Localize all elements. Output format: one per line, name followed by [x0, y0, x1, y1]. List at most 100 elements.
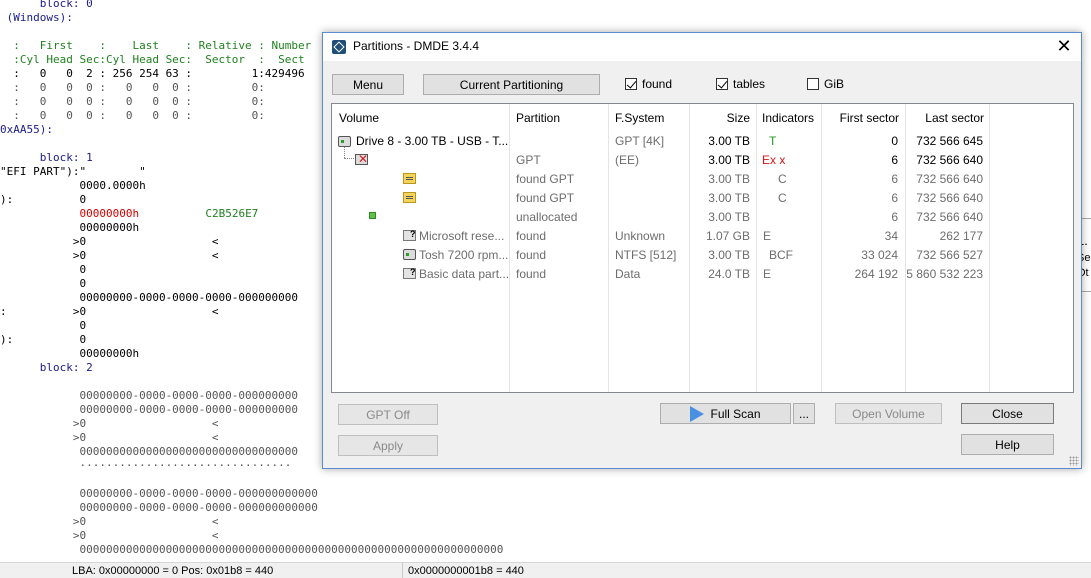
hex-dump-line: 0 [0, 319, 87, 332]
fsystem-cell: GPT [4K] [615, 134, 665, 148]
hex-dump-line: >0 < [0, 235, 219, 248]
first-sector-cell: 34 [884, 229, 898, 243]
window-title: Partitions - DMDE 3.4.4 [353, 39, 480, 53]
hex-dump-line: 00000000h [0, 221, 140, 234]
hex-dump-line: "EFI PART"):" " [0, 165, 146, 178]
hex-dump-line: 00000000h C2B526E7 [79, 207, 259, 220]
resize-grip-icon[interactable] [1069, 456, 1079, 466]
hex-dump-line: block: 2 [0, 361, 93, 374]
last-sector-cell: 732 566 640 [916, 153, 983, 167]
hex-dump-line: block: 0 [0, 0, 93, 10]
hex-dump-line: 00000000-0000-0000-0000-000000000 [0, 291, 299, 304]
full-scan-button[interactable]: Full Scan [660, 403, 791, 424]
hex-dump-line: block: 1 [0, 151, 93, 164]
status-lba: LBA: 0x00000000 = 0 Pos: 0x01b8 = 440 [72, 565, 274, 577]
menu-button[interactable]: Menu [332, 74, 404, 95]
hex-dump-line: 0xAA55): [0, 123, 53, 136]
indicators-cell: T [769, 134, 777, 148]
hex-dump-line: 0 [0, 277, 87, 290]
indicators-cell: C [778, 191, 787, 205]
last-sector-cell: 732 566 527 [916, 248, 983, 262]
gib-check-icon[interactable] [807, 78, 819, 90]
column-header-first-sector[interactable]: First sector [821, 111, 899, 125]
hex-dump-line: ): 0 [0, 333, 87, 346]
title-bar[interactable]: Partitions - DMDE 3.4.4 ✕ [323, 33, 1081, 61]
hex-dump-line: 00000000-0000-0000-0000-000000000 [0, 403, 299, 416]
window-close-icon[interactable]: ✕ [1051, 35, 1077, 59]
tables-label: tables [733, 77, 766, 91]
size-cell: 3.00 TB [708, 210, 750, 224]
column-header-size[interactable]: Size [689, 111, 750, 125]
first-sector-cell: 33 024 [861, 248, 898, 262]
current-partitioning-button[interactable]: Current Partitioning [423, 74, 600, 95]
size-cell: 3.00 TB [708, 248, 750, 262]
size-cell: 3.00 TB [708, 172, 750, 186]
first-sector-cell: 264 192 [854, 267, 898, 281]
partition-cell: found GPT [516, 172, 575, 186]
last-sector-cell: 262 177 [939, 229, 983, 243]
column-header-last-sector[interactable]: Last sector [905, 111, 984, 125]
column-header-indicators[interactable]: Indicators [762, 111, 814, 125]
hex-dump-line: >0 < [0, 249, 219, 262]
status-divider [402, 563, 403, 578]
partitions-table[interactable]: Volume Partition F.System Size Indicator… [331, 103, 1074, 393]
gpt-off-button[interactable]: GPT Off [338, 404, 438, 425]
hex-dump-line: >0 < [0, 529, 219, 542]
column-header-fsystem[interactable]: F.System [615, 111, 664, 125]
tree-connector [344, 146, 345, 158]
volume-cell: Tosh 7200 rpm... [419, 248, 509, 262]
last-sector-cell: 732 566 640 [916, 172, 983, 186]
partition-cell: found GPT [516, 191, 575, 205]
first-sector-cell: 6 [891, 172, 898, 186]
unknown-volume-icon [403, 229, 416, 241]
size-cell: 3.00 TB [708, 153, 750, 167]
column-divider [509, 104, 510, 392]
first-sector-cell: 6 [891, 191, 898, 205]
hex-dump-line: 0000.0000h [0, 179, 146, 192]
hex-dump-line: 0000000000000000000000000000000000000000… [0, 543, 504, 556]
hex-dump-line: >0 < [0, 515, 219, 528]
hex-dump-line: :Cyl Head Sec:Cyl Head Sec: Sector : Sec… [0, 53, 305, 66]
column-header-partition[interactable]: Partition [516, 111, 560, 125]
play-icon [690, 406, 705, 422]
hex-dump-line: 0 [0, 263, 87, 276]
unallocated-icon [369, 212, 376, 219]
hex-dump-line: (Windows): [0, 11, 73, 24]
hex-dump-line: >0 < [0, 417, 219, 430]
apply-button[interactable]: Apply [338, 435, 438, 456]
close-button[interactable]: Close [961, 403, 1054, 424]
size-cell: 1.07 GB [705, 229, 750, 243]
volume-cell: Basic data part... [419, 267, 510, 281]
ntfs-volume-icon [403, 249, 416, 260]
size-cell: 24.0 TB [708, 267, 750, 281]
indicators-cell: E [763, 229, 772, 243]
gib-label: GiB [824, 77, 845, 91]
column-header-volume[interactable]: Volume [339, 111, 379, 125]
column-divider [989, 104, 990, 392]
tables-check-icon[interactable] [716, 78, 728, 90]
status-bar: LBA: 0x00000000 = 0 Pos: 0x01b8 = 440 0x… [0, 562, 1091, 578]
status-pos: 0x0000000001b8 = 440 [408, 565, 524, 577]
partition-cell: found [516, 248, 547, 262]
partition-cell: unallocated [516, 210, 578, 224]
indicators-cell: C [778, 172, 787, 186]
help-button[interactable]: Help [961, 434, 1054, 455]
hex-dump-line: : 0 0 0 : 0 0 0 : 0: [0, 95, 265, 108]
size-cell: 3.00 TB [708, 134, 750, 148]
found-check-icon[interactable] [625, 78, 637, 90]
hex-dump-line: : 0 0 0 : 0 0 0 : 0: [0, 81, 265, 94]
last-sector-cell: 5 860 532 223 [906, 267, 983, 281]
hex-dump-line: : 0 0 2 : 256 254 63 : 1:429496 [0, 67, 305, 80]
tree-connector [344, 158, 354, 159]
hex-dump-line: 00000000h [0, 347, 140, 360]
found-label: found [642, 77, 673, 91]
indicators-cell: Ex x [762, 153, 786, 167]
open-volume-button[interactable]: Open Volume [835, 403, 942, 424]
drive-icon [338, 136, 351, 147]
hex-dump-line: 00000000-0000-0000-0000-000000000000 [0, 487, 318, 500]
hex-dump-line: : 0 0 0 : 0 0 0 : 0: [0, 109, 265, 122]
scan-options-button[interactable]: ... [793, 403, 815, 424]
partition-cell: found [516, 229, 547, 243]
fsystem-cell: Data [615, 267, 641, 281]
fsystem-cell: NTFS [512] [615, 248, 677, 262]
